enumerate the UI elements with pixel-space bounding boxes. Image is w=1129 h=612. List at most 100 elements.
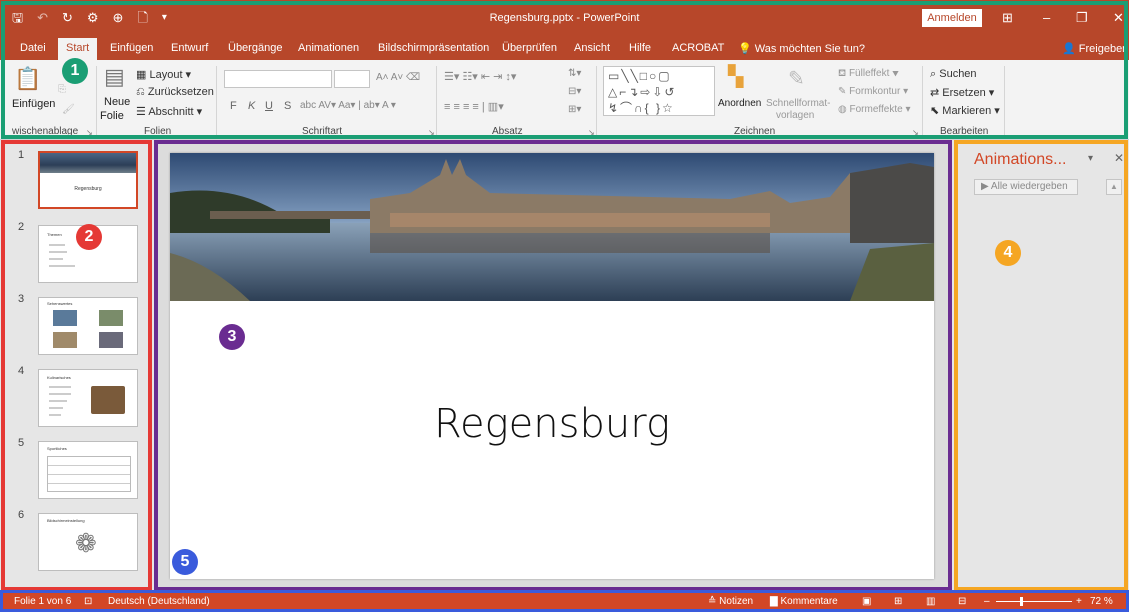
slide-sorter-icon[interactable]: ⊞	[894, 596, 902, 607]
select-button[interactable]: ⬉ Markieren ▾	[930, 104, 1000, 117]
ribbon: 📋 Einfügen ⎘ 🖌 wischenablage ↘ ▤ Neue Fo…	[0, 60, 1129, 140]
list-buttons[interactable]: ☰▾ ☷▾ ⇤ ⇥ ↕▾	[444, 70, 516, 83]
font-grow-shrink-icons[interactable]: A˄ A˅ ⌫	[376, 72, 420, 83]
slide-thumbnail-4[interactable]: Kulinarisches	[38, 369, 138, 427]
annotation-badge-5: 5	[172, 549, 198, 575]
shadow-button[interactable]: S	[284, 100, 291, 112]
maximize-icon[interactable]: ❐	[1076, 10, 1088, 26]
slide-thumbnail-3[interactable]: Sehenswertes	[38, 297, 138, 355]
align-buttons[interactable]: ≡ ≡ ≡ ≡ | ▥▾	[444, 100, 504, 113]
tab-view[interactable]: Ansicht	[574, 42, 610, 54]
thumb-photo	[99, 332, 123, 348]
tab-file[interactable]: Datei	[20, 42, 46, 54]
pane-close-icon[interactable]: ✕	[1114, 151, 1124, 165]
current-slide[interactable]: Regensburg	[170, 153, 934, 579]
title-bar: 🖫 ↶ ↻ ⚙ ⊕ 🗋 ▾ Regensburg.pptx - PowerPoi…	[0, 0, 1129, 38]
play-icon: ▶	[981, 181, 991, 192]
zoom-slider-thumb[interactable]	[1020, 597, 1023, 606]
quick-styles-label-1[interactable]: Schnellformat-	[766, 98, 830, 109]
share-button[interactable]: 👤 Freigeben	[1062, 42, 1128, 55]
reset-button[interactable]: ⎌ Zurücksetzen	[136, 86, 214, 99]
smartart-icon[interactable]: ⊞▾	[568, 104, 581, 115]
annotation-badge-3: 3	[219, 324, 245, 350]
underline-button[interactable]: U	[265, 100, 273, 112]
reading-view-icon[interactable]: ▥	[926, 596, 935, 607]
tab-transitions[interactable]: Übergänge	[228, 42, 282, 54]
cursor-icon: ⬉	[930, 105, 940, 117]
section-icon: ☰	[136, 106, 146, 118]
minimize-icon[interactable]: –	[1043, 10, 1050, 25]
section-button[interactable]: ☰ Abschnitt ▾	[136, 105, 202, 118]
copy-icon[interactable]: ⎘	[58, 84, 66, 95]
new-slide-label-2[interactable]: Folie	[100, 110, 124, 122]
thumb-number: 4	[18, 365, 25, 377]
italic-button[interactable]: K	[248, 100, 255, 112]
zoom-in-icon[interactable]: +	[1076, 596, 1082, 607]
slide-editing-area: Regensburg	[156, 143, 948, 587]
drawing-launcher-icon[interactable]: ↘	[912, 128, 919, 137]
thumb-number: 1	[18, 149, 25, 161]
share-label: Freigeben	[1078, 43, 1129, 55]
tab-insert[interactable]: Einfügen	[110, 42, 153, 54]
close-icon[interactable]: ✕	[1113, 10, 1124, 26]
tell-me-search[interactable]: 💡 Was möchten Sie tun?	[738, 42, 865, 55]
format-painter-icon[interactable]: 🖌	[62, 104, 75, 115]
spellcheck-icon[interactable]: ⊡	[84, 596, 92, 607]
new-slide-label-1[interactable]: Neue	[104, 96, 130, 108]
zoom-slider[interactable]	[996, 601, 1072, 602]
slide-title[interactable]: Regensburg	[170, 401, 934, 447]
play-all-button[interactable]: ▶ Alle wiedergeben	[974, 179, 1078, 195]
slide-thumbnail-6[interactable]: Bildschirmeinstellung ❁	[38, 513, 138, 571]
slideshow-view-icon[interactable]: ⊟	[958, 596, 966, 607]
editing-group-label: Bearbeiten	[940, 126, 989, 137]
tab-design[interactable]: Entwurf	[171, 42, 208, 54]
find-label: Suchen	[939, 68, 977, 80]
annotation-badge-1: 1	[62, 58, 88, 84]
signin-button[interactable]: Anmelden	[922, 9, 982, 27]
shape-outline-button[interactable]: ✎ Formkontur ▾	[838, 86, 908, 97]
zoom-out-icon[interactable]: –	[984, 596, 990, 607]
text-direction-icon[interactable]: ⇅▾	[568, 68, 581, 79]
font-launcher-icon[interactable]: ↘	[428, 128, 435, 137]
align-text-icon[interactable]: ⊟▾	[568, 86, 581, 97]
pen-icon: ✎	[838, 86, 847, 97]
shape-fill-button[interactable]: ⛾ Fülleffekt ▾	[838, 68, 899, 81]
find-button[interactable]: ⌕ Suchen	[930, 68, 977, 81]
comments-button[interactable]: ▇ Kommentare	[770, 596, 838, 607]
layout-button[interactable]: ▦ Layout ▾	[136, 68, 191, 81]
language-indicator[interactable]: Deutsch (Deutschland)	[108, 596, 210, 607]
shapes-gallery[interactable]: ▭╲╲□○▢ △⌐↴⇨⇩↺ ↯⌒∩{ }☆	[603, 66, 715, 116]
font-size-input[interactable]	[334, 70, 370, 88]
tab-animations[interactable]: Animationen	[298, 42, 359, 54]
annotation-badge-4: 4	[995, 240, 1021, 266]
ribbon-display-icon[interactable]: ⊞	[1002, 10, 1013, 26]
pane-options-icon[interactable]: ▾	[1088, 153, 1093, 164]
annotation-badge-2: 2	[76, 224, 102, 250]
font-name-input[interactable]	[224, 70, 332, 88]
bold-button[interactable]: F	[230, 100, 237, 112]
replace-button[interactable]: ⇄ Ersetzen ▾	[930, 86, 994, 99]
notes-label: Notizen	[719, 596, 754, 607]
clipboard-launcher-icon[interactable]: ↘	[86, 128, 93, 137]
zoom-level[interactable]: 72 %	[1090, 596, 1113, 607]
slides-group-label: Folien	[144, 126, 172, 137]
thumb-panorama-image	[40, 153, 136, 173]
move-up-icon[interactable]: ▲	[1106, 179, 1122, 195]
replace-label: Ersetzen	[942, 87, 986, 99]
slide-thumbnail-5[interactable]: Sportliches	[38, 441, 138, 499]
tab-start[interactable]: Start	[58, 38, 98, 60]
normal-view-icon[interactable]: ▣	[862, 596, 871, 607]
quick-styles-label-2[interactable]: vorlagen	[776, 110, 814, 121]
slide-thumbnail-1[interactable]: Regensburg	[38, 151, 138, 209]
font-group-label: Schriftart	[302, 126, 343, 137]
paragraph-launcher-icon[interactable]: ↘	[588, 128, 595, 137]
tab-help[interactable]: Hilfe	[629, 42, 651, 54]
arrange-button[interactable]: Anordnen	[718, 98, 761, 109]
font-more-icons[interactable]: abc AV▾ Aa▾ | ab▾ A ▾	[300, 100, 396, 111]
shape-effects-button[interactable]: ◍ Formeffekte ▾	[838, 104, 911, 115]
tab-review[interactable]: Überprüfen	[502, 42, 557, 54]
tab-slideshow[interactable]: Bildschirmpräsentation	[378, 42, 489, 54]
notes-button[interactable]: ≙ Notizen	[708, 596, 753, 607]
tab-acrobat[interactable]: ACROBAT	[672, 42, 724, 54]
paste-button[interactable]: Einfügen	[12, 98, 55, 110]
